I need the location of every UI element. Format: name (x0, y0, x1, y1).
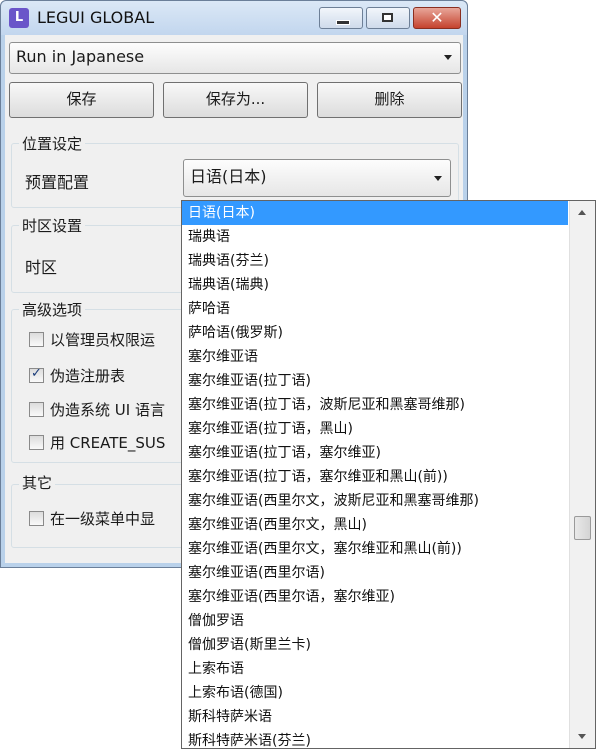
save-as-button[interactable]: 保存为... (163, 82, 308, 118)
checkbox[interactable] (29, 402, 44, 417)
dropdown-item[interactable]: 塞尔维亚语(拉丁语，塞尔维亚) (182, 441, 568, 465)
dropdown-item[interactable]: 瑞典语(芬兰) (182, 249, 568, 273)
dropdown-item[interactable]: 瑞典语 (182, 225, 568, 249)
option-label: 在一级菜单中显 (50, 510, 156, 528)
other-group-title: 其它 (19, 472, 56, 493)
option-create-suspended[interactable]: 用 CREATE_SUS (29, 432, 165, 453)
checkbox[interactable] (29, 332, 44, 347)
option-label: 伪造系统 UI 语言 (50, 401, 165, 419)
window-title: LEGUI GLOBAL (37, 8, 155, 27)
option-label: 伪造注册表 (50, 367, 126, 385)
profile-select[interactable]: Run in Japanese (9, 42, 461, 74)
dropdown-item[interactable]: 瑞典语(瑞典) (182, 273, 568, 297)
dropdown-item[interactable]: 塞尔维亚语(西里尔语，塞尔维亚) (182, 585, 568, 609)
preset-select[interactable]: 日语(日本) (183, 159, 451, 197)
minimize-icon (336, 20, 350, 25)
close-button[interactable]: ✕ (413, 7, 461, 29)
maximize-icon (382, 13, 393, 22)
preset-select-value: 日语(日本) (190, 167, 267, 186)
dropdown-item[interactable]: 塞尔维亚语 (182, 345, 568, 369)
profile-select-value: Run in Japanese (16, 47, 145, 66)
scroll-down-icon[interactable] (578, 734, 586, 739)
scrollbar-thumb[interactable] (574, 516, 591, 540)
close-icon: ✕ (430, 8, 444, 27)
option-run-as-admin[interactable]: 以管理员权限运 (29, 329, 155, 350)
location-group-title: 位置设定 (19, 133, 86, 154)
dropdown-item[interactable]: 萨哈语 (182, 297, 568, 321)
checkbox-checked[interactable] (29, 366, 44, 383)
dropdown-item[interactable]: 上索布语(德国) (182, 681, 568, 705)
option-fake-ui-language[interactable]: 伪造系统 UI 语言 (29, 399, 165, 420)
minimize-button[interactable] (319, 7, 363, 29)
preset-label: 预置配置 (25, 173, 90, 192)
dropdown-scrollbar[interactable] (569, 201, 595, 748)
chevron-down-icon (444, 55, 452, 60)
delete-button[interactable]: 删除 (317, 82, 462, 118)
dropdown-item[interactable]: 上索布语 (182, 657, 568, 681)
maximize-button[interactable] (366, 7, 410, 29)
chevron-down-icon (434, 176, 442, 181)
dropdown-item[interactable]: 塞尔维亚语(西里尔文，塞尔维亚和黑山(前)) (182, 537, 568, 561)
dropdown-item[interactable]: 塞尔维亚语(西里尔语) (182, 561, 568, 585)
dropdown-item[interactable]: 僧伽罗语 (182, 609, 568, 633)
dropdown-item[interactable]: 塞尔维亚语(西里尔文，波斯尼亚和黑塞哥维那) (182, 489, 568, 513)
timezone-group-title: 时区设置 (19, 215, 86, 236)
scroll-up-icon[interactable] (578, 210, 586, 215)
advanced-group-title: 高级选项 (19, 299, 86, 320)
dropdown-items: 日语(日本) 瑞典语 瑞典语(芬兰) 瑞典语(瑞典) 萨哈语 萨哈语(俄罗斯) 塞尔维亚语塞… (182, 201, 568, 748)
dropdown-item[interactable]: 日语(日本) (182, 201, 568, 225)
dropdown-item[interactable]: 斯科特萨米语 (182, 705, 568, 729)
app-icon: L (9, 8, 29, 28)
dropdown-item[interactable]: 塞尔维亚语(拉丁语) (182, 369, 568, 393)
checkbox[interactable] (29, 511, 44, 526)
checkbox[interactable] (29, 435, 44, 450)
dropdown-item[interactable]: 僧伽罗语(斯里兰卡) (182, 633, 568, 657)
dropdown-item[interactable]: 萨哈语(俄罗斯) (182, 321, 568, 345)
dropdown-item[interactable]: 塞尔维亚语(拉丁语，波斯尼亚和黑塞哥维那) (182, 393, 568, 417)
option-label: 用 CREATE_SUS (50, 434, 166, 452)
timezone-label: 时区 (25, 258, 58, 277)
preset-dropdown-list[interactable]: 日语(日本) 瑞典语 瑞典语(芬兰) 瑞典语(瑞典) 萨哈语 萨哈语(俄罗斯) 塞尔维亚语塞… (181, 200, 596, 749)
dropdown-item[interactable]: 斯科特萨米语(芬兰) (182, 729, 568, 748)
dropdown-item[interactable]: 塞尔维亚语(拉丁语，塞尔维亚和黑山(前)) (182, 465, 568, 489)
save-button[interactable]: 保存 (9, 82, 154, 118)
option-label: 以管理员权限运 (50, 331, 156, 349)
title-bar[interactable]: L LEGUI GLOBAL ✕ (1, 1, 467, 35)
dropdown-item[interactable]: 塞尔维亚语(拉丁语，黑山) (182, 417, 568, 441)
option-fake-registry[interactable]: 伪造注册表 (29, 365, 125, 386)
dropdown-item[interactable]: 塞尔维亚语(西里尔文，黑山) (182, 513, 568, 537)
option-show-in-top-menu[interactable]: 在一级菜单中显 (29, 508, 155, 529)
